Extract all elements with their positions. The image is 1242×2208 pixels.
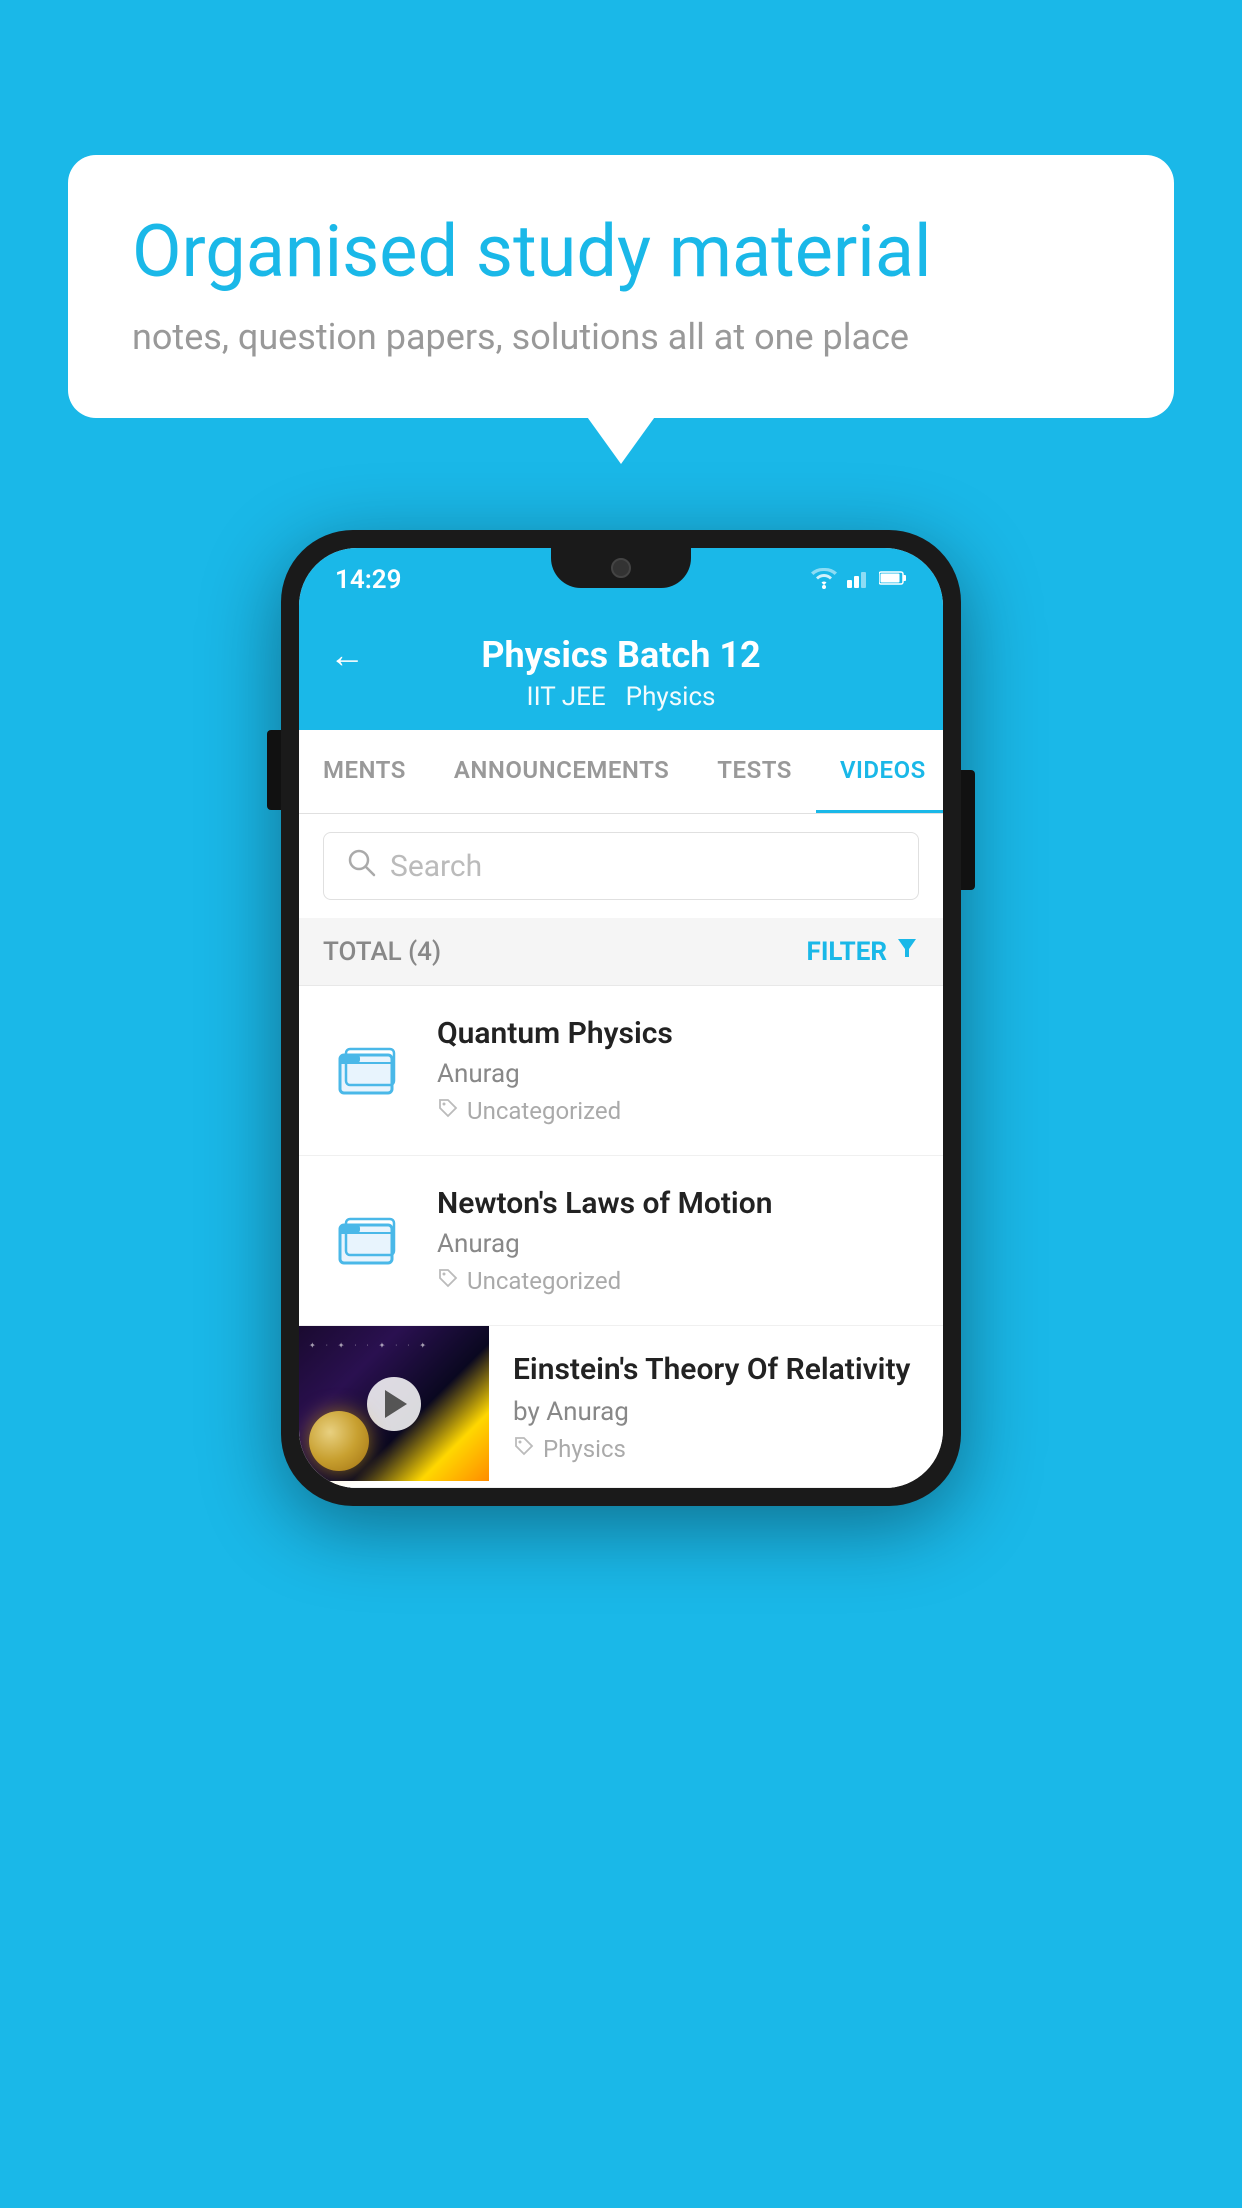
signal-icon xyxy=(847,568,869,592)
video-info: Einstein's Theory Of Relativity by Anura… xyxy=(489,1326,943,1487)
bubble-title: Organised study material xyxy=(132,211,1110,294)
tab-announcements[interactable]: ANNOUNCEMENTS xyxy=(430,730,693,813)
video-author: Anurag xyxy=(437,1059,919,1089)
speech-bubble-container: Organised study material notes, question… xyxy=(68,155,1174,418)
folder-icon-container xyxy=(323,1026,413,1116)
video-title: Quantum Physics xyxy=(437,1016,919,1051)
video-thumbnail xyxy=(299,1326,489,1481)
search-bar[interactable]: Search xyxy=(323,832,919,900)
total-count: TOTAL (4) xyxy=(323,937,441,967)
video-tag: Physics xyxy=(513,1435,919,1463)
filter-label: FILTER xyxy=(807,937,887,967)
tag-label-icon xyxy=(437,1097,459,1125)
speech-bubble: Organised study material notes, question… xyxy=(68,155,1174,418)
tag-value: Physics xyxy=(543,1435,626,1463)
tag-label-icon xyxy=(513,1435,535,1463)
phone-device: 14:29 xyxy=(281,530,961,1506)
video-title: Newton's Laws of Motion xyxy=(437,1186,919,1221)
batch-title: Physics Batch 12 xyxy=(481,634,760,676)
tab-videos[interactable]: VIDEOS xyxy=(816,730,943,813)
status-icons xyxy=(811,567,907,593)
tag-value: Uncategorized xyxy=(467,1097,621,1125)
tag-value: Uncategorized xyxy=(467,1267,621,1295)
filter-funnel-icon xyxy=(895,936,919,967)
video-author: Anurag xyxy=(437,1229,919,1259)
tab-ments[interactable]: MENTS xyxy=(299,730,430,813)
notch xyxy=(551,548,691,588)
search-placeholder-text: Search xyxy=(390,849,482,884)
tag-label-icon xyxy=(437,1267,459,1295)
phone-screen: 14:29 xyxy=(299,548,943,1488)
video-info: Newton's Laws of Motion Anurag Uncategor… xyxy=(437,1186,919,1295)
folder-icon xyxy=(334,1207,402,1275)
list-item[interactable]: Quantum Physics Anurag Uncategorized xyxy=(299,986,943,1156)
battery-icon xyxy=(879,570,907,590)
tab-tests[interactable]: TESTS xyxy=(693,730,816,813)
video-tag: Uncategorized xyxy=(437,1267,919,1295)
folder-icon-container xyxy=(323,1196,413,1286)
filter-bar: TOTAL (4) FILTER xyxy=(299,918,943,986)
list-item[interactable]: Einstein's Theory Of Relativity by Anura… xyxy=(299,1326,943,1488)
wifi-icon xyxy=(811,567,837,593)
search-icon xyxy=(346,847,376,885)
bubble-subtitle: notes, question papers, solutions all at… xyxy=(132,316,1110,358)
app-header: ← Physics Batch 12 IIT JEE Physics xyxy=(299,612,943,730)
video-list: Quantum Physics Anurag Uncategorized xyxy=(299,986,943,1488)
filter-button[interactable]: FILTER xyxy=(807,936,919,967)
video-author: by Anurag xyxy=(513,1397,919,1427)
video-info: Quantum Physics Anurag Uncategorized xyxy=(437,1016,919,1125)
planet-decoration xyxy=(309,1411,369,1471)
video-title: Einstein's Theory Of Relativity xyxy=(513,1350,919,1389)
camera xyxy=(611,558,631,578)
tag-physics: Physics xyxy=(626,682,716,712)
search-container: Search xyxy=(299,814,943,918)
folder-icon xyxy=(334,1037,402,1105)
header-subtitle: IIT JEE Physics xyxy=(527,682,716,712)
list-item[interactable]: Newton's Laws of Motion Anurag Uncategor… xyxy=(299,1156,943,1326)
status-bar: 14:29 xyxy=(299,548,943,612)
tabs-bar: MENTS ANNOUNCEMENTS TESTS VIDEOS xyxy=(299,730,943,814)
status-time: 14:29 xyxy=(335,565,402,595)
video-tag: Uncategorized xyxy=(437,1097,919,1125)
back-button[interactable]: ← xyxy=(329,634,365,676)
tag-iitjee: IIT JEE xyxy=(527,682,606,712)
phone-outer: 14:29 xyxy=(281,530,961,1506)
